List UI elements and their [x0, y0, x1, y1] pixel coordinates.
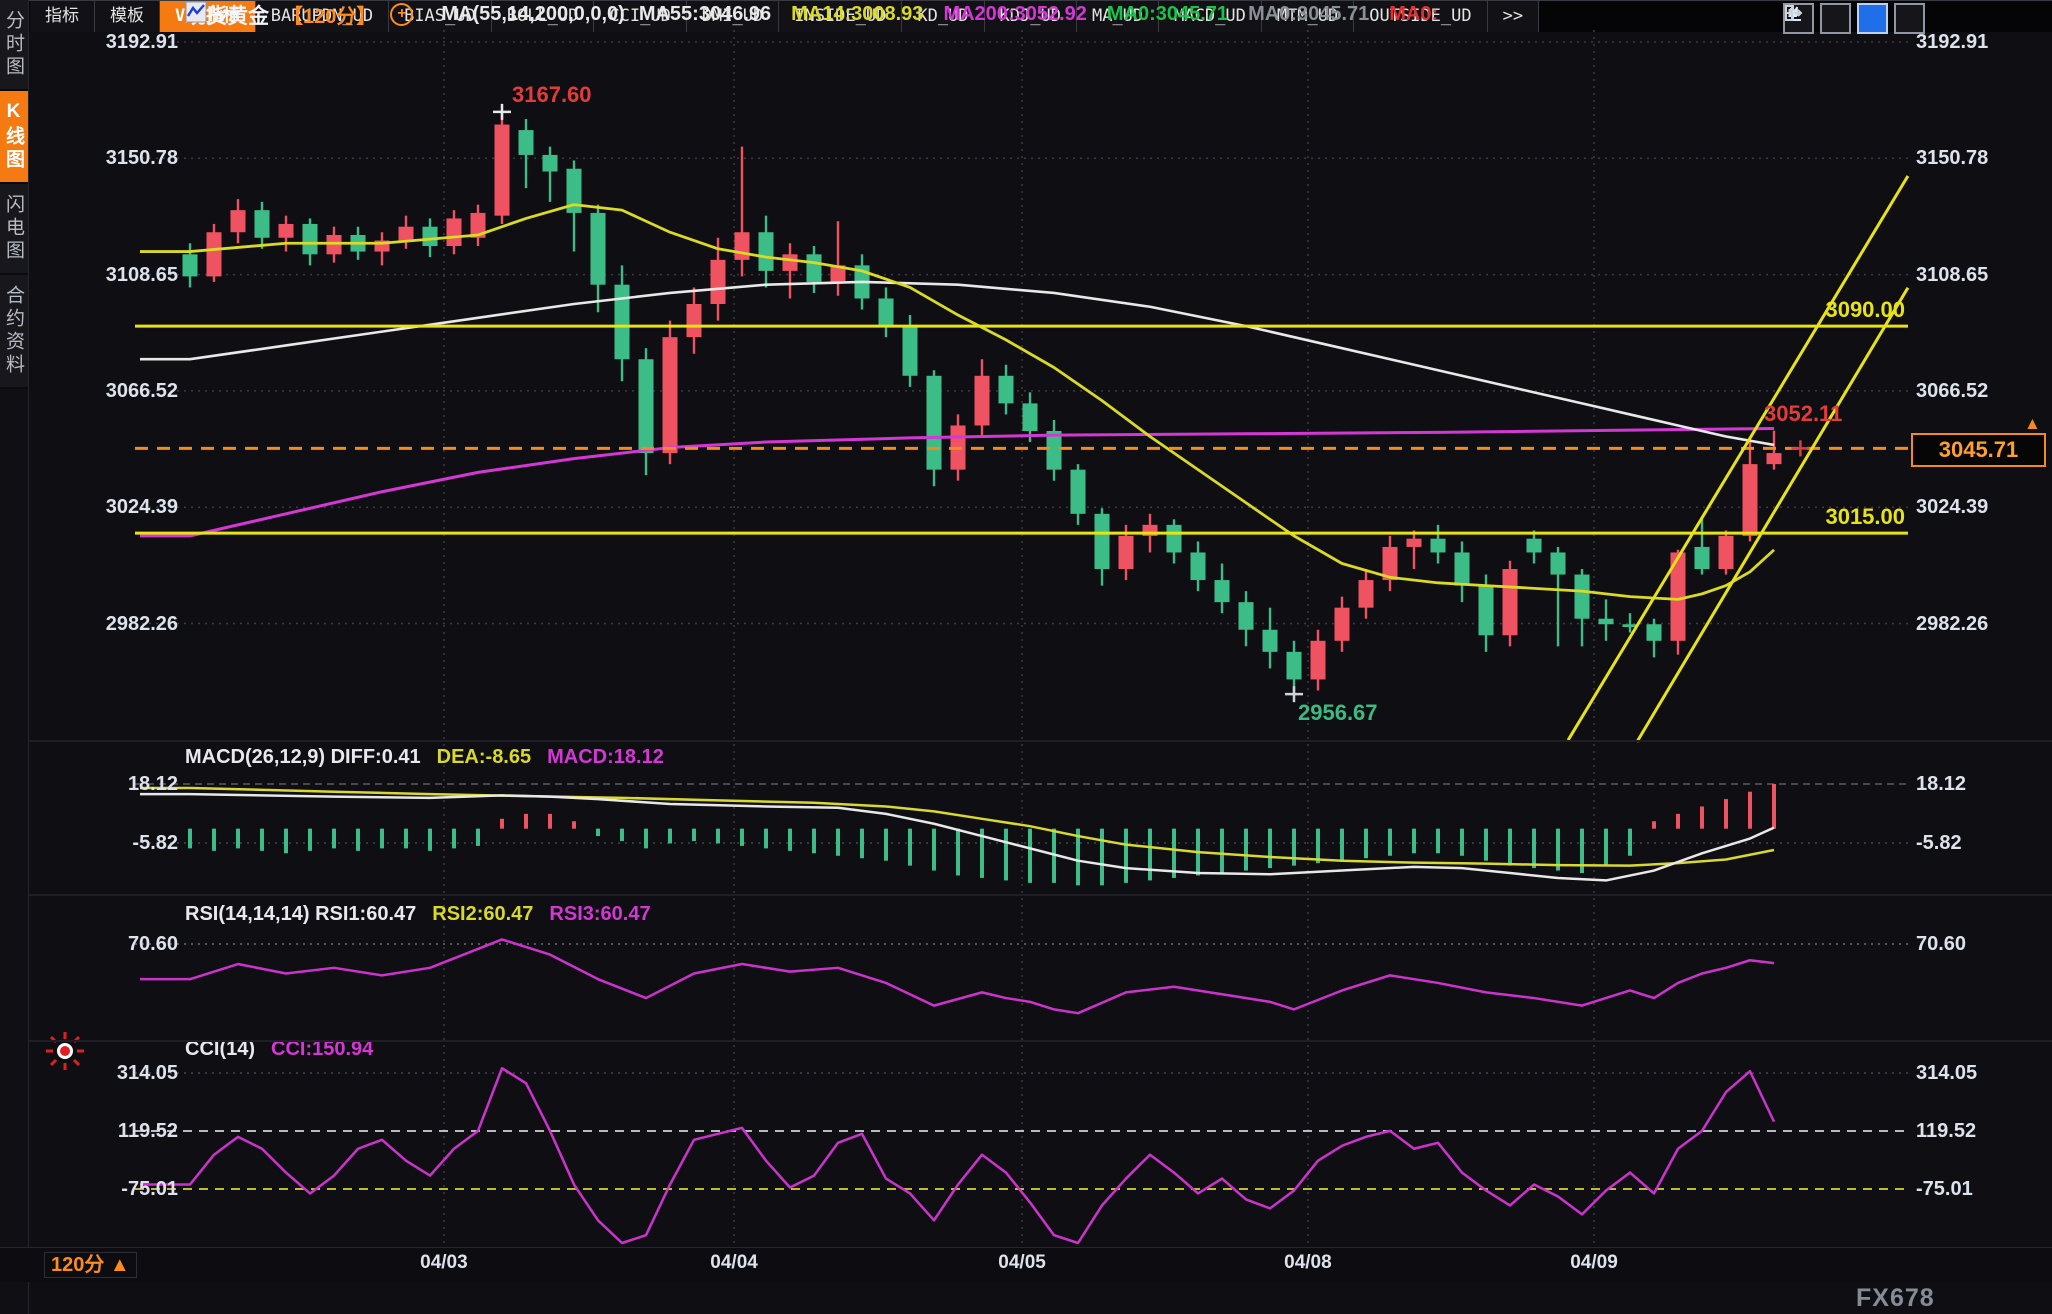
- chart-canvas[interactable]: [0, 0, 2052, 1314]
- chart-toolbar: [1783, 3, 1925, 34]
- axis-label: -5.82: [58, 830, 178, 856]
- axis-label: -5.82: [1916, 830, 2046, 856]
- axis-label: 3150.78: [1916, 145, 2046, 171]
- axis-label: 119.52: [1916, 1118, 2046, 1144]
- rsi3-value: RSI3:60.47: [549, 903, 650, 926]
- axis-label: 3108.65: [58, 262, 178, 288]
- level-label: 3015.00: [1755, 504, 1905, 530]
- rsi-params: RSI(14,14,14) RSI1:60.47: [185, 903, 416, 926]
- price-up-arrow-icon: ▲: [2024, 414, 2041, 434]
- rsi2-value: RSI2:60.47: [432, 903, 533, 926]
- axis-label: 3066.52: [1916, 378, 2046, 404]
- date-label: 04/08: [1263, 1252, 1353, 1274]
- date-label: 04/03: [399, 1252, 489, 1274]
- macd-params: MACD(26,12,9) DIFF:0.41: [185, 746, 421, 769]
- chart-header: 现货黄金 【120分】 + MA(55,14,200,0,0,0) MA55:3…: [185, 1, 1438, 28]
- axis-label: 3108.65: [1916, 262, 2046, 288]
- sidebar: 分时图K线图闪电图合约资料: [0, 0, 29, 1314]
- axis-label: 119.52: [58, 1118, 178, 1144]
- ma-legend-value: MA14:3008.93: [791, 3, 923, 26]
- ma-legend-value: MA200:3052.92: [943, 3, 1086, 26]
- current-price-badge: 3045.71: [1911, 433, 2046, 467]
- sidebar-item-K线图[interactable]: K线图: [0, 91, 28, 184]
- axis-label: 3024.39: [58, 494, 178, 520]
- candle-chart-icon[interactable]: [1820, 3, 1851, 34]
- ma-legend-value: MA0:3045.71: [1107, 3, 1228, 26]
- ma-legend-value: MA0:: [1389, 3, 1438, 26]
- price-annotation: 3052.11: [1764, 401, 1842, 427]
- axis-label: 3192.91: [58, 29, 178, 55]
- axis-label: 18.12: [58, 771, 178, 797]
- macd-value: MACD:18.12: [547, 746, 664, 769]
- interval-selector[interactable]: 120分 ▲: [44, 1252, 137, 1278]
- panel-separator[interactable]: [29, 894, 2052, 896]
- ma-legend: MA55:3046.96 MA14:3008.93 MA200:3052.92 MA0…: [639, 3, 1438, 26]
- level-label: 3090.00: [1755, 297, 1905, 323]
- add-indicator-icon[interactable]: +: [390, 3, 413, 26]
- sidebar-item-闪电图[interactable]: 闪电图: [0, 184, 28, 275]
- line-chart-icon[interactable]: [1857, 3, 1888, 34]
- axis-label: 3024.39: [1916, 494, 2046, 520]
- axis-label: -75.01: [1916, 1176, 2046, 1202]
- date-axis-row: 120分 ▲ 04/03 04/04 04/05 04/08 04/09: [0, 1247, 2052, 1282]
- interval-tag[interactable]: 【120分】: [283, 0, 376, 29]
- axis-label: -75.01: [58, 1176, 178, 1202]
- date-label: 04/04: [689, 1252, 779, 1274]
- axis-label: 70.60: [1916, 931, 2046, 957]
- trading-app: { "header": { "symbol": "现货黄金", "interva…: [0, 0, 2052, 1314]
- watermark: FX678: [1856, 1284, 1935, 1313]
- sidebar-item-合约资料[interactable]: 合约资料: [0, 275, 28, 389]
- price-annotation: 3167.60: [512, 82, 592, 108]
- sidebar-item-分时图[interactable]: 分时图: [0, 0, 28, 91]
- axis-label: 2982.26: [58, 611, 178, 637]
- axis-label: 70.60: [58, 931, 178, 957]
- axis-label: 314.05: [1916, 1060, 2046, 1086]
- rsi-header: RSI(14,14,14) RSI1:60.47 RSI2:60.47 RSI3…: [185, 903, 651, 926]
- date-label: 04/09: [1549, 1252, 1639, 1274]
- macd-header: MACD(26,12,9) DIFF:0.41 DEA:-8.65 MACD:1…: [185, 746, 664, 769]
- axis-label: 3150.78: [58, 145, 178, 171]
- panel-separator[interactable]: [29, 1040, 2052, 1042]
- ma-legend-value: MA55:3046.96: [639, 3, 771, 26]
- ma-settings: MA(55,14,200,0,0,0): [441, 3, 624, 26]
- axis-label: 18.12: [1916, 771, 2046, 797]
- price-annotation: 2956.67: [1298, 700, 1378, 726]
- ma-legend-value: MA0:3045.71: [1248, 3, 1369, 26]
- macd-dea-value: DEA:-8.65: [437, 746, 531, 769]
- date-label: 04/05: [977, 1252, 1067, 1274]
- axis-label: 3066.52: [58, 378, 178, 404]
- axis-label: 3192.91: [1916, 29, 2046, 55]
- axis-label: 2982.26: [1916, 611, 2046, 637]
- panel-separator[interactable]: [29, 740, 2052, 742]
